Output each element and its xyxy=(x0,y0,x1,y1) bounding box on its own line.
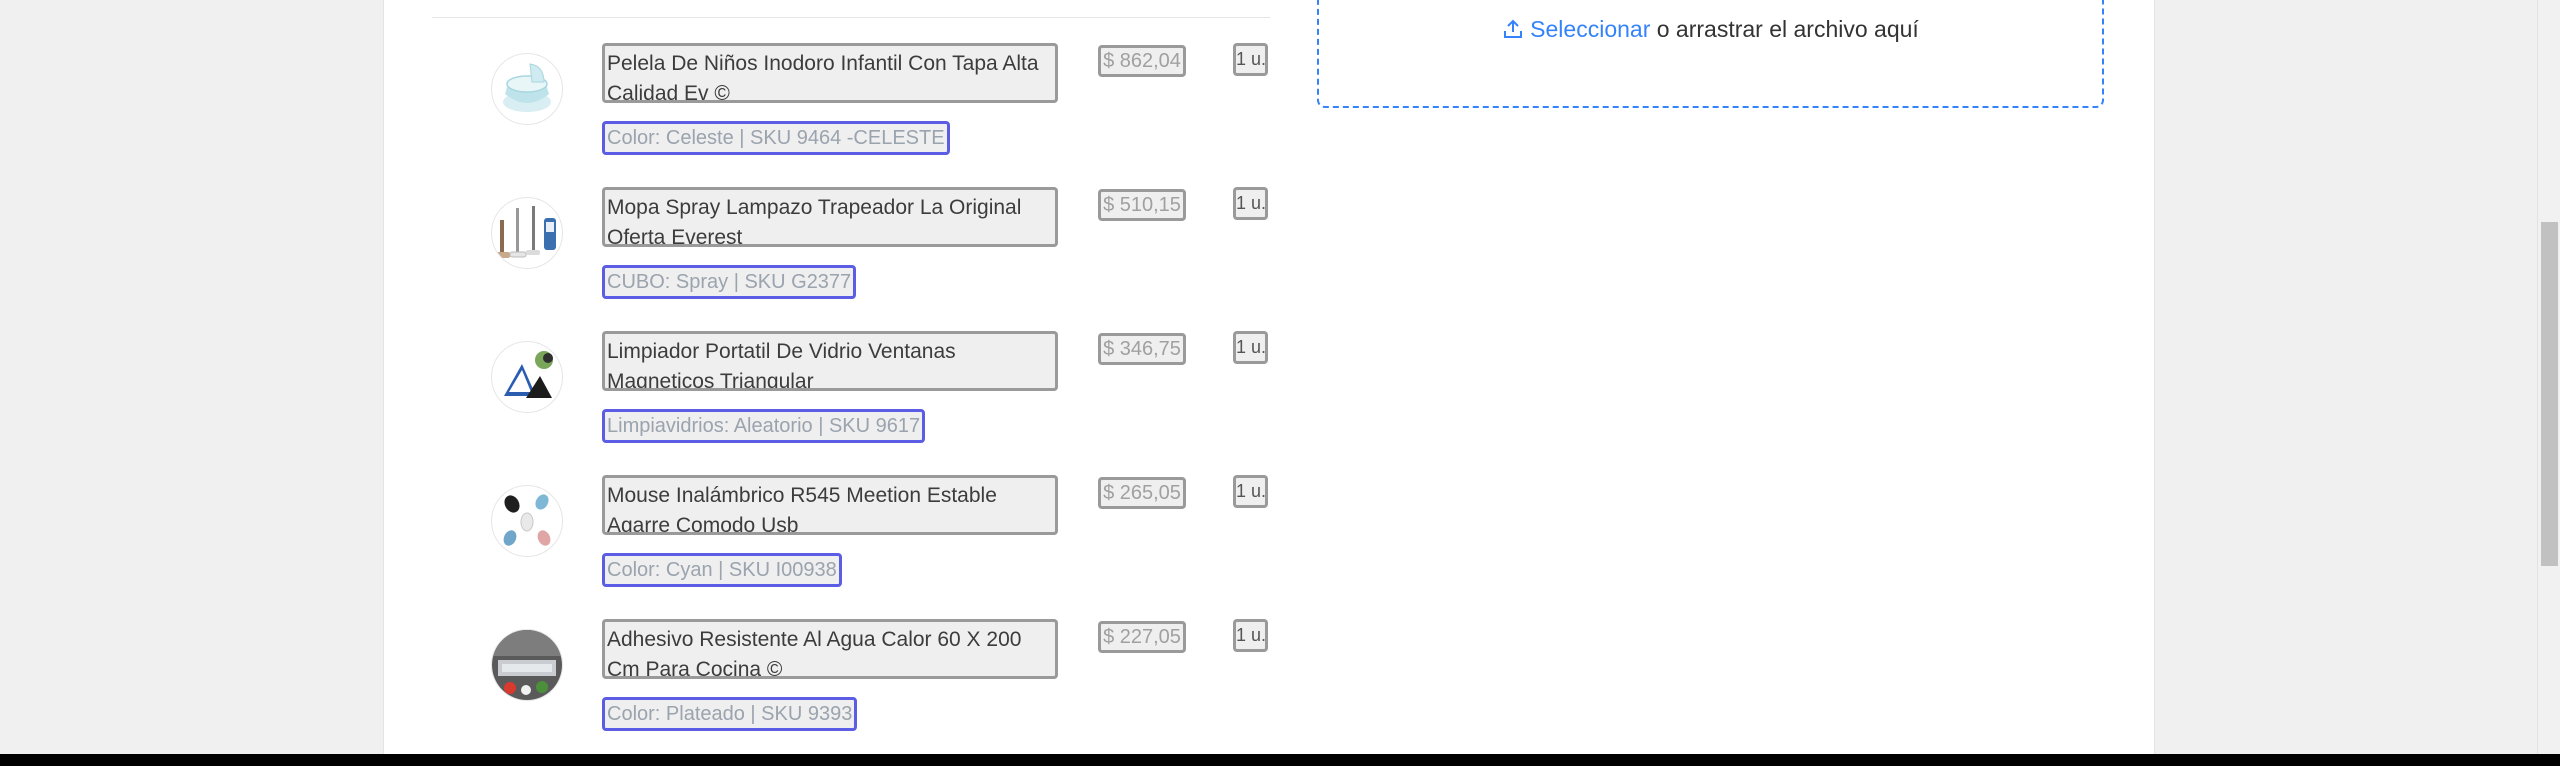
product-quantity-field[interactable]: 1 u. xyxy=(1233,331,1268,364)
product-quantity-field[interactable]: 1 u. xyxy=(1233,43,1268,76)
product-variant-field[interactable]: Color: Cyan | SKU I00938 xyxy=(602,553,842,587)
product-title-field[interactable]: Mopa Spray Lampazo Trapeador La Original… xyxy=(602,187,1058,247)
drag-file-text: o arrastrar el archivo aquí xyxy=(1650,16,1919,42)
product-title-field[interactable]: Limpiador Portatil De Vidrio Ventanas Ma… xyxy=(602,331,1058,391)
product-price-field[interactable]: $ 862,04 xyxy=(1098,45,1186,77)
product-title-field[interactable]: Adhesivo Resistente Al Agua Calor 60 X 2… xyxy=(602,619,1058,679)
product-variant-field[interactable]: Color: Plateado | SKU 9393 xyxy=(602,697,858,731)
order-item: Mopa Spray Lampazo Trapeador La Original… xyxy=(384,187,1284,327)
product-image xyxy=(491,341,563,413)
checkout-page: Pelela De Niños Inodoro Infantil Con Tap… xyxy=(383,0,2155,754)
product-quantity-field[interactable]: 1 u. xyxy=(1233,475,1268,508)
product-quantity-field[interactable]: 1 u. xyxy=(1233,187,1268,220)
file-drop-zone[interactable]: Seleccionar o arrastrar el archivo aquí xyxy=(1317,0,2104,108)
product-price-field[interactable]: $ 227,05 xyxy=(1098,621,1186,653)
product-variant-field[interactable]: CUBO: Spray | SKU G2377 xyxy=(602,265,857,299)
order-item: Limpiador Portatil De Vidrio Ventanas Ma… xyxy=(384,331,1284,471)
divider xyxy=(432,17,1270,18)
order-item: Mouse Inalámbrico R545 Meetion Estable A… xyxy=(384,475,1284,615)
scrollbar-thumb[interactable] xyxy=(2541,222,2558,566)
product-variant-field[interactable]: Color: Celeste | SKU 9464 -CELESTE xyxy=(602,121,950,155)
upload-instructions: Seleccionar o arrastrar el archivo aquí xyxy=(1319,14,2102,47)
order-item: Adhesivo Resistente Al Agua Calor 60 X 2… xyxy=(384,619,1284,759)
product-price-field[interactable]: $ 346,75 xyxy=(1098,333,1186,365)
product-image xyxy=(491,53,563,125)
product-title-field[interactable]: Pelela De Niños Inodoro Infantil Con Tap… xyxy=(602,43,1058,103)
product-image xyxy=(491,629,563,701)
product-price-field[interactable]: $ 265,05 xyxy=(1098,477,1186,509)
order-item: Pelela De Niños Inodoro Infantil Con Tap… xyxy=(384,43,1284,183)
product-variant-field[interactable]: Limpiavidrios: Aleatorio | SKU 9617 xyxy=(602,409,926,443)
product-image xyxy=(491,485,563,557)
product-quantity-field[interactable]: 1 u. xyxy=(1233,619,1268,652)
vertical-scrollbar[interactable] xyxy=(2537,0,2560,754)
select-file-link[interactable]: Seleccionar xyxy=(1530,16,1650,42)
product-image xyxy=(491,197,563,269)
bottom-bar xyxy=(0,754,2560,766)
upload-icon xyxy=(1502,17,1524,47)
product-title-field[interactable]: Mouse Inalámbrico R545 Meetion Estable A… xyxy=(602,475,1058,535)
product-price-field[interactable]: $ 510,15 xyxy=(1098,189,1186,221)
